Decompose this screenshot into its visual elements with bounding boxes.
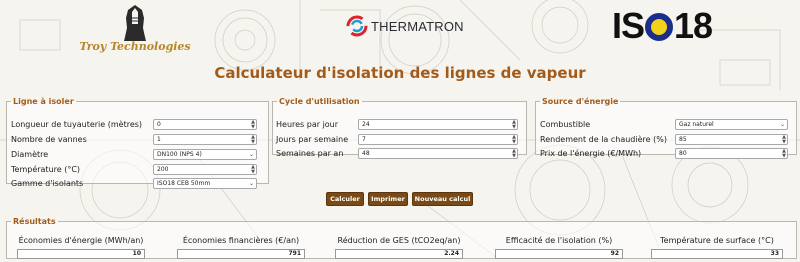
spinner-icon[interactable]: ▲ ▼ [251,120,255,130]
spinner-icon[interactable]: ▲ ▼ [512,149,516,159]
valves-row: Nombre de vannes 1 ▲ ▼ [7,133,268,147]
financial-savings-result: Économies financières (€/an) 791 [177,236,305,262]
hours-row: Heures par jour 24 ▲ ▼ [273,118,526,132]
valves-label: Nombre de vannes [11,135,87,144]
line-fieldset: Ligne à isoler Longueur de tuyauterie (m… [6,97,269,189]
temperature-row: Température (°C) 200 ▲ ▼ [7,163,268,177]
surface-temperature-result: Température de surface (°C) 33 [651,236,783,262]
days-label: Jours par semaine [276,135,349,144]
insulation-row: Gamme d'isolants ISO18 CEB 50mm ⌄ [7,177,268,191]
energy-fieldset: Source d'énergie Combustible Gaz naturel… [535,97,797,159]
energy-savings-label: Économies d'énergie (MWh/an) [18,236,144,245]
results-fieldset: Résultats Économies d'énergie (MWh/an) 1… [6,217,797,259]
insulation-efficiency-result: Efficacité de l'isolation (%) 92 [495,236,623,262]
fuel-label: Combustible [540,120,591,129]
ghg-reduction-value: 2.24 [335,249,463,259]
iso18-logo: IS 18 [612,5,713,46]
surface-temperature-label: Température de surface (°C) [660,236,774,245]
knight-helmet-icon [124,5,146,41]
thermatron-swirl-icon [346,15,368,37]
price-input[interactable]: 80 ▲ ▼ [675,148,788,159]
spinner-icon[interactable]: ▲ ▼ [251,135,255,145]
weeks-row: Semaines par an 48 ▲ ▼ [273,147,526,161]
iso18-ring-icon [645,13,674,41]
financial-savings-value: 791 [177,249,305,259]
price-row: Prix de l'énergie (€/MWh) 80 ▲ ▼ [536,147,796,161]
troy-technologies-logo: Troy Technologies [75,4,195,56]
fuel-select[interactable]: Gaz naturel ⌄ [675,119,788,130]
hours-label: Heures par jour [276,120,339,129]
days-row: Jours par semaine 7 ▲ ▼ [273,133,526,147]
pipe-length-label: Longueur de tuyauterie (mètres) [11,120,143,129]
ghg-reduction-label: Réduction de GES (tCO2eq/an) [337,236,461,245]
insulation-label: Gamme d'isolants [11,179,84,188]
diameter-row: Diamètre DN100 (NPS 4) ⌄ [7,148,268,162]
chevron-down-icon: ⌄ [248,151,254,158]
thermatron-logo: THERMATRON [346,13,464,39]
valves-input[interactable]: 1 ▲ ▼ [153,134,257,145]
new-calculation-button[interactable]: Nouveau calcul [412,192,473,206]
spinner-icon[interactable]: ▲ ▼ [251,165,255,175]
chevron-down-icon: ⌄ [779,121,785,128]
results-legend: Résultats [13,217,56,226]
iso18-left-text: IS [612,5,645,46]
line-legend: Ligne à isoler [13,97,74,106]
efficiency-label: Rendement de la chaudière (%) [540,135,667,144]
fuel-row: Combustible Gaz naturel ⌄ [536,118,796,132]
price-label: Prix de l'énergie (€/MWh) [540,149,642,158]
thermatron-wordmark: THERMATRON [371,18,464,34]
iso18-right-text: 18 [674,5,713,46]
weeks-label: Semaines par an [276,149,344,158]
calculate-button[interactable]: Calculer [326,192,364,206]
ghg-reduction-result: Réduction de GES (tCO2eq/an) 2.24 [335,236,463,262]
weeks-input[interactable]: 48 ▲ ▼ [358,148,518,159]
pipe-length-input[interactable]: 0 ▲ ▼ [153,119,257,130]
days-input[interactable]: 7 ▲ ▼ [358,134,518,145]
troy-technologies-wordmark: Troy Technologies [79,40,191,53]
chevron-down-icon: ⌄ [248,180,254,187]
spinner-icon[interactable]: ▲ ▼ [512,120,516,130]
temperature-label: Température (°C) [11,165,81,174]
cycle-fieldset: Cycle d'utilisation Heures par jour 24 ▲ ▼… [272,97,527,159]
spinner-icon[interactable]: ▲ ▼ [782,135,786,145]
energy-savings-value: 10 [17,249,145,259]
temperature-input[interactable]: 200 ▲ ▼ [153,164,257,175]
diameter-label: Diamètre [11,150,49,159]
hours-input[interactable]: 24 ▲ ▼ [358,119,518,130]
energy-legend: Source d'énergie [542,97,619,106]
efficiency-row: Rendement de la chaudière (%) 85 ▲ ▼ [536,133,796,147]
financial-savings-label: Économies financières (€/an) [182,236,300,245]
print-button[interactable]: Imprimer [368,192,408,206]
efficiency-input[interactable]: 85 ▲ ▼ [675,134,788,145]
pipe-length-row: Longueur de tuyauterie (mètres) 0 ▲ ▼ [7,118,268,132]
cycle-legend: Cycle d'utilisation [279,97,360,106]
insulation-efficiency-label: Efficacité de l'isolation (%) [505,236,613,245]
energy-savings-result: Économies d'énergie (MWh/an) 10 [17,236,145,262]
spinner-icon[interactable]: ▲ ▼ [512,135,516,145]
diameter-select[interactable]: DN100 (NPS 4) ⌄ [153,149,257,160]
insulation-select[interactable]: ISO18 CEB 50mm ⌄ [153,178,257,189]
page-title: Calculateur d'isolation des lignes de va… [214,64,586,82]
insulation-efficiency-value: 92 [495,249,623,259]
spinner-icon[interactable]: ▲ ▼ [782,149,786,159]
surface-temperature-value: 33 [651,249,783,259]
